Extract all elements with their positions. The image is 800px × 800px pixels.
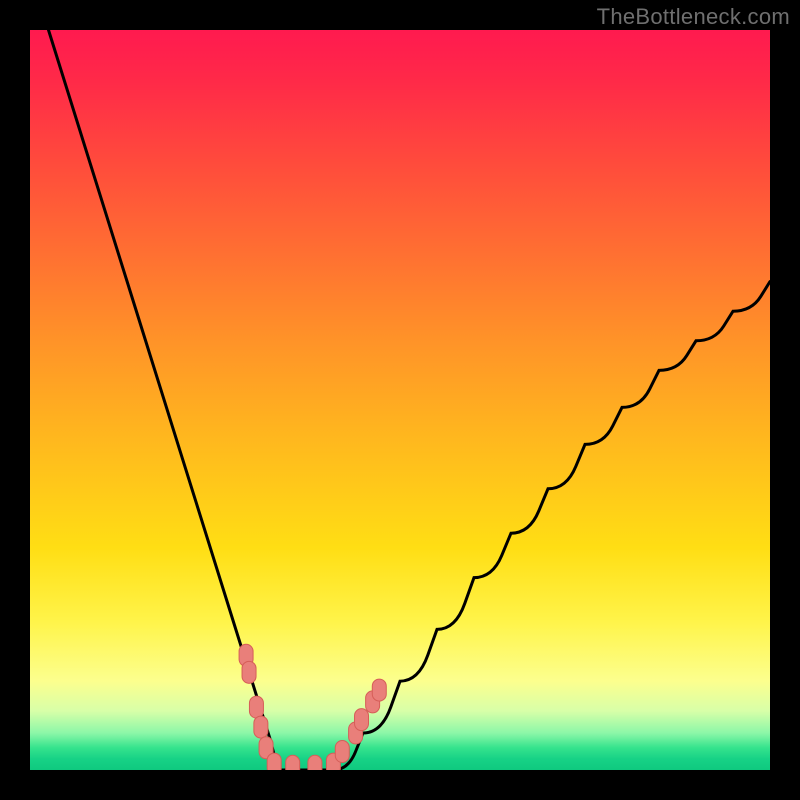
bottleneck-curve bbox=[49, 30, 771, 770]
optimal-marker bbox=[355, 709, 369, 731]
optimal-markers bbox=[239, 644, 386, 770]
optimal-marker bbox=[372, 679, 386, 701]
optimal-marker bbox=[335, 741, 349, 763]
curve-layer bbox=[30, 30, 770, 770]
optimal-marker bbox=[249, 696, 263, 718]
optimal-marker bbox=[308, 755, 322, 770]
optimal-marker bbox=[267, 753, 281, 770]
curve-right-branch bbox=[333, 282, 770, 770]
optimal-marker bbox=[254, 716, 268, 738]
optimal-marker bbox=[242, 661, 256, 683]
optimal-marker bbox=[286, 755, 300, 770]
chart-frame: TheBottleneck.com bbox=[0, 0, 800, 800]
watermark-text: TheBottleneck.com bbox=[597, 4, 790, 30]
plot-area bbox=[30, 30, 770, 770]
